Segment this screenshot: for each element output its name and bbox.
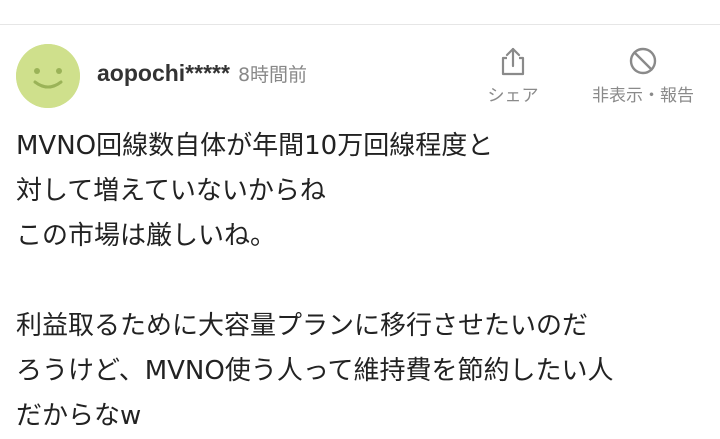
comment-line: だからなw bbox=[16, 401, 142, 431]
comment-line: ろうけど、MVNO使う人って維持費を節約したい人 bbox=[16, 356, 614, 386]
share-icon bbox=[496, 44, 530, 78]
comment-line: 対して増えていないからね bbox=[16, 176, 326, 206]
comment-meta: aopochi***** 8時間前 bbox=[97, 60, 307, 90]
share-label: シェア bbox=[487, 86, 539, 106]
comment-line: MVNO回線数自体が年間10万回線程度と bbox=[16, 131, 494, 161]
comment-body: MVNO回線数自体が年間10万回線程度と 対して増えていないからね この市場は厳… bbox=[16, 124, 712, 439]
share-button[interactable]: シェア bbox=[478, 44, 548, 106]
smiley-face-icon bbox=[16, 44, 80, 108]
hide-report-button[interactable]: 非表示・報告 bbox=[578, 44, 708, 106]
hide-report-icon bbox=[626, 44, 660, 78]
hide-report-label: 非表示・報告 bbox=[592, 86, 694, 106]
timestamp: 8時間前 bbox=[237, 64, 308, 86]
comment-line: この市場は厳しいね。 bbox=[16, 221, 277, 251]
top-divider bbox=[0, 24, 720, 25]
comment-blank-line bbox=[16, 259, 712, 304]
avatar[interactable] bbox=[16, 44, 80, 108]
comment-line: 利益取るために大容量プランに移行させたいのだ bbox=[16, 311, 589, 341]
username[interactable]: aopochi***** bbox=[97, 60, 230, 87]
